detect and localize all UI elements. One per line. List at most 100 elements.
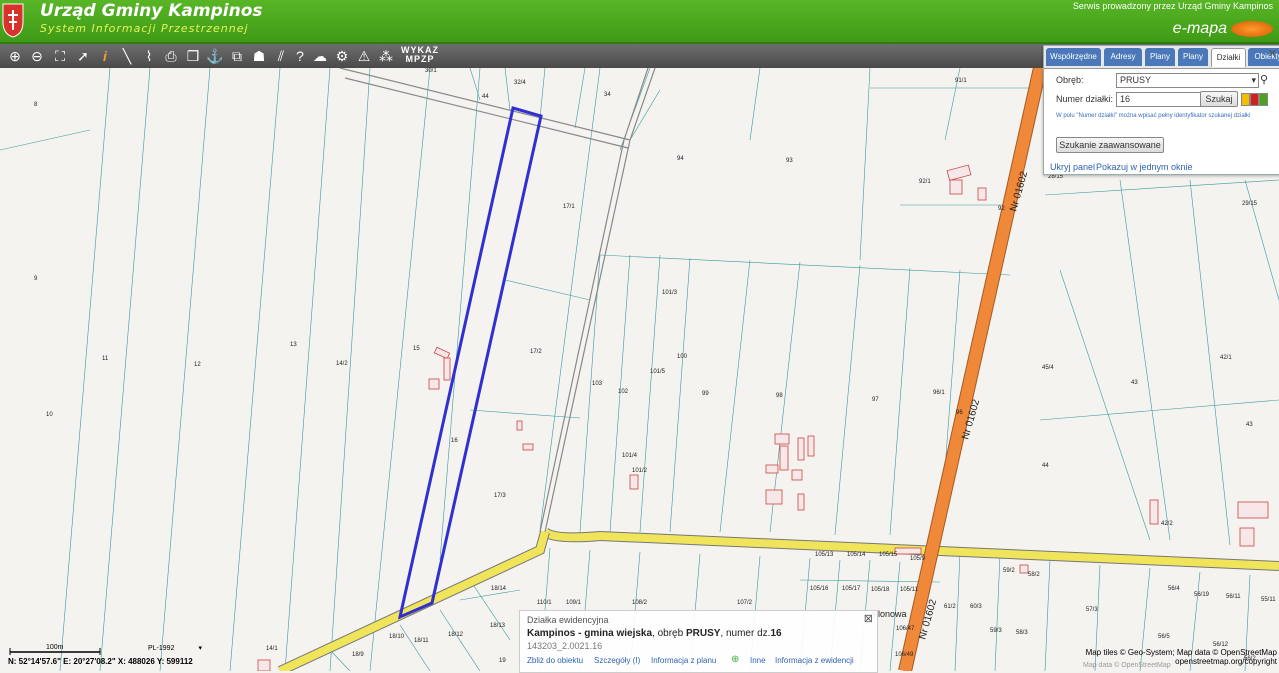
plus-circle-icon[interactable]: ⊕ (731, 654, 739, 665)
parcel-label: 92/1 (919, 179, 931, 185)
wykaz-mpzp-button[interactable]: WYKAZ MPZP (400, 46, 440, 64)
compare-icon[interactable]: ⧉ (227, 46, 247, 66)
parcel-label: 44 (482, 94, 489, 100)
search-button[interactable]: Szukaj (1200, 91, 1238, 107)
parcel-label: 43 (1246, 422, 1253, 428)
zoom-in-icon[interactable]: ⊕ (5, 46, 25, 66)
parcel-label: 101/4 (622, 453, 638, 459)
close-icon[interactable]: ✕ (1268, 47, 1277, 60)
parcel-label: 56/11 (1226, 594, 1241, 600)
parcel-label: 14/2 (336, 361, 348, 367)
parcel-label: 18/11 (414, 638, 429, 644)
attribution-map-data: Map data © OpenStreetMap (1083, 662, 1171, 669)
color-swatch-red[interactable] (1250, 93, 1259, 106)
tab-plany[interactable]: Plany (1145, 48, 1175, 66)
hide-panel-link[interactable]: Ukryj panel (1050, 162, 1095, 172)
color-swatch-yellow[interactable] (1241, 93, 1250, 106)
show-in-one-window-link[interactable]: Pokazuj w jednym oknie (1096, 162, 1193, 172)
obreb-select[interactable]: PRUSY ▾ (1116, 73, 1259, 88)
parcel-label: 59/3 (990, 628, 1002, 634)
parcel-label: 101/3 (662, 290, 678, 296)
parcel-label: 99 (702, 391, 709, 397)
parcel-label: 102 (618, 389, 629, 395)
zoom-to-object-link[interactable]: Zbliż do obiektu (527, 656, 583, 665)
numer-dzialki-input[interactable]: 16 (1116, 92, 1201, 107)
parcel-label: 45/4 (1042, 365, 1054, 371)
measure-length-icon[interactable]: ╲ (117, 46, 137, 66)
parcel-label: 14/1 (266, 646, 278, 652)
parcel-label: 17/2 (530, 349, 542, 355)
plan-info-link[interactable]: Informacja z planu (651, 656, 716, 665)
zoom-out-icon[interactable]: ⊖ (27, 46, 47, 66)
search-hint: W polu "Numer działki" można wpisać pełn… (1056, 113, 1251, 119)
parcel-label: 109/1 (566, 600, 582, 606)
popup-numer: 16 (770, 628, 782, 639)
help-icon[interactable]: ? (290, 46, 310, 66)
points-icon[interactable]: ⁂ (376, 46, 396, 66)
parcel-label: 56/4 (1168, 586, 1180, 592)
advanced-search-button[interactable]: Szukanie zaawansowane (1056, 137, 1164, 153)
parcel-label: 92 (998, 206, 1005, 212)
zoom-extent-icon[interactable]: ⛶ (50, 46, 70, 66)
parcel-label: 105/18 (871, 587, 890, 593)
parcel-label: 93 (786, 158, 793, 164)
registry-info-link[interactable]: Informacja z ewidencji (775, 656, 854, 665)
parcel-label: 42/2 (1161, 521, 1173, 527)
parcel-label: 18/9 (352, 652, 364, 658)
parcel-label: 56/5 (1158, 634, 1170, 640)
close-icon[interactable]: ⊠ (864, 612, 873, 625)
search-icon[interactable]: ⚲ (1260, 73, 1268, 86)
scale-label: 100m (46, 644, 64, 651)
parcel-label: 13 (290, 342, 297, 348)
parcel-info-popup: ⊠ Działka ewidencyjna Kampinos - gmina w… (519, 610, 878, 673)
parcel-label: 19 (499, 658, 506, 664)
parcel-label: 105/17 (842, 586, 861, 592)
view-icon[interactable]: ☗ (249, 46, 269, 66)
cloud-icon[interactable]: ☁ (310, 46, 330, 66)
parcel-label: 98 (776, 393, 783, 399)
settings-icon[interactable]: ⚙ (332, 46, 352, 66)
parcel-label: 94 (677, 156, 684, 162)
measure-area-icon[interactable]: ⌇ (139, 46, 159, 66)
stripes-icon[interactable]: ⫽ (271, 46, 291, 66)
pointer-icon[interactable]: ➚ (73, 46, 93, 66)
parcel-label: 60/3 (970, 604, 982, 610)
details-link[interactable]: Szczegóły (I) (594, 656, 640, 665)
emapa-logo-icon (1231, 21, 1273, 37)
parcel-label: 103 (592, 381, 603, 387)
warning-icon[interactable]: ⚠ (354, 46, 374, 66)
anchor-icon[interactable]: ⚓ (205, 46, 225, 66)
parcel-label: 56/19 (1194, 592, 1210, 598)
service-text[interactable]: Serwis prowadzony przez Urząd Gminy Kamp… (1073, 1, 1273, 11)
attribution-tiles[interactable]: Map tiles © Geo-System; Map data © OpenS… (1086, 648, 1277, 657)
parcel-label: 16 (451, 438, 458, 444)
parcel-label: 43 (1131, 380, 1138, 386)
print-icon[interactable]: ⎙ (161, 46, 181, 66)
parcel-label: 97 (872, 397, 879, 403)
parcel-label: 42/1 (1220, 355, 1232, 361)
popup-obreb: PRUSY (685, 628, 721, 639)
tab-adresy[interactable]: Adresy (1104, 48, 1142, 66)
parcel-label: 105/9 (910, 556, 926, 562)
parcel-label: 32/4 (514, 80, 526, 86)
other-link[interactable]: Inne (750, 656, 766, 665)
emapa-brand[interactable]: e-mapa (1173, 20, 1227, 38)
parcel-label: 17/1 (563, 204, 575, 210)
parcel-label: 12 (194, 362, 201, 368)
tab-wspolrzedne[interactable]: Współrzędne (1046, 48, 1101, 66)
tab-plany-2[interactable]: Plany (1178, 48, 1208, 66)
parcel-label: 18/10 (389, 634, 405, 640)
obreb-label: Obręb: (1056, 75, 1084, 85)
attribution-osm-link[interactable]: openstreetmap.org/copyright (1175, 657, 1277, 666)
crs-select[interactable]: PL-1992 ▾ (148, 643, 202, 654)
parcel-label: 91/1 (955, 78, 967, 84)
parcel-label: 55/11 (1261, 597, 1276, 603)
parcel-label: 18/13 (490, 623, 506, 629)
parcel-label: 105/15 (879, 552, 898, 558)
info-icon[interactable]: i (95, 46, 115, 66)
layers-icon[interactable]: ❒ (183, 46, 203, 66)
color-swatch-green[interactable] (1259, 93, 1268, 106)
parcel-label: 18/12 (448, 632, 464, 638)
tab-dzialki[interactable]: Działki (1211, 48, 1246, 67)
parcel-label: 59/2 (1003, 568, 1015, 574)
